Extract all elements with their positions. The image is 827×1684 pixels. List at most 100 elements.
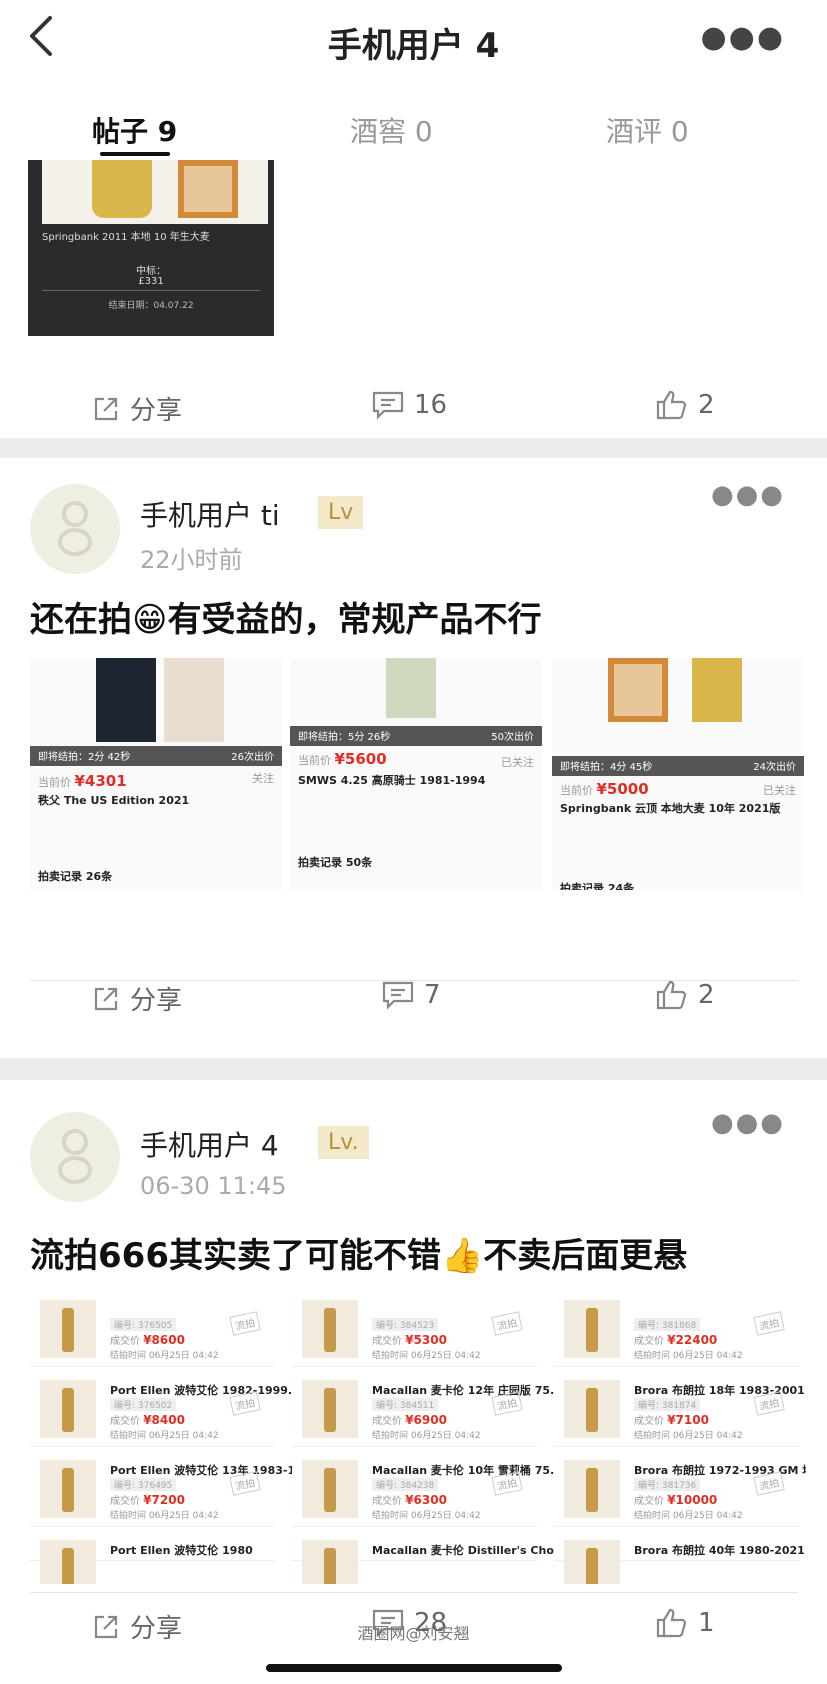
grid-price: 成交价 ¥7100 — [634, 1413, 709, 1427]
tab-posts[interactable]: 帖子 9 — [92, 110, 177, 150]
comment-button[interactable]: 7 — [382, 980, 441, 1010]
like-button[interactable]: 2 — [656, 980, 715, 1010]
follow-button[interactable]: 关注 — [252, 770, 274, 786]
follow-button[interactable]: 已关注 — [763, 782, 796, 798]
auction-countdown: 即将结拍：4分 45秒 24次出价 — [552, 756, 804, 776]
post-time: 22小时前 — [140, 546, 243, 574]
tab-bar: 帖子 9 酒窖 0 酒评 0 — [0, 80, 827, 160]
tab-underline — [100, 152, 170, 156]
auction-grid-item: Brora 布朗拉 1972-1993 GM 地...编号: 381736成交价… — [554, 1454, 806, 1527]
grid-price: 成交价 ¥7200 — [110, 1493, 185, 1507]
auction-product-name: SMWS 4.25 高原骑士 1981-1994 — [298, 774, 486, 787]
avatar[interactable] — [30, 484, 120, 574]
unsold-stamp: 流拍 — [229, 1311, 261, 1336]
more-icon: ●●● — [710, 480, 785, 510]
grid-product-name: Port Ellen 波特艾伦 13年 1983-1... — [110, 1464, 308, 1477]
grid-end-time: 结拍时间 06月25日 04:42 — [634, 1351, 743, 1361]
avatar[interactable] — [30, 1112, 120, 1202]
unsold-stamp: 流拍 — [753, 1391, 785, 1416]
post-image[interactable]: 编号: 376505 成交价 ¥8600 结拍时间 06月25日 04:42 流拍 编号… — [30, 1294, 806, 1584]
tab-reviews[interactable]: 酒评 0 — [606, 110, 689, 150]
grid-product-name: Brora 布朗拉 40年 1980-2021 P — [634, 1544, 806, 1557]
auction-grid-item: 编号: 384523 成交价 ¥5300 结拍时间 06月25日 04:42 流拍 — [292, 1294, 537, 1367]
auction-record: 拍卖记录 26条 — [38, 870, 113, 883]
like-button[interactable]: 2 — [656, 390, 715, 420]
post-image[interactable]: 即将结拍：4分 45秒 24次出价 当前价 ¥5000 已关注 Springban… — [552, 658, 804, 890]
comment-icon — [372, 391, 404, 419]
grid-price: 成交价 ¥10000 — [634, 1493, 718, 1507]
bottle-thumbnail — [302, 1460, 358, 1518]
auction-grid-item: Port Ellen 波特艾伦 1980 — [30, 1534, 275, 1584]
top-bar: 手机用户 4 ●●● — [0, 0, 827, 80]
unsold-stamp: 流拍 — [229, 1471, 261, 1496]
share-button[interactable]: 分享 — [92, 980, 182, 1017]
share-label: 分享 — [130, 986, 183, 1016]
share-button[interactable]: 分享 — [92, 390, 182, 427]
image-product-name: Springbank 2011 本地 10 年生大麦 — [42, 232, 210, 243]
grid-product-name: Port Ellen 波特艾伦 1980 — [110, 1544, 253, 1557]
image-end-date: 结束日期：04.07.22 — [108, 301, 194, 311]
auction-price: ¥5000 — [596, 780, 649, 798]
grid-lot-number: 编号: 381868 — [634, 1318, 701, 1331]
auction-grid-item: 编号: 376505 成交价 ¥8600 结拍时间 06月25日 04:42 流拍 — [30, 1294, 275, 1367]
share-label: 分享 — [130, 396, 183, 426]
grid-end-time: 结拍时间 06月25日 04:42 — [110, 1511, 219, 1521]
home-indicator[interactable] — [266, 1664, 562, 1672]
tab-cellar[interactable]: 酒窖 0 — [350, 110, 433, 150]
post-image[interactable]: Springbank 2011 本地 10 年生大麦 中标： £331 结束日期… — [28, 160, 274, 336]
auction-price: ¥5600 — [334, 750, 387, 768]
grid-product-name: Macallan 麦卡伦 10年 雪莉桶 75... — [372, 1464, 563, 1477]
grid-price: 成交价 ¥8600 — [110, 1333, 185, 1347]
username[interactable]: 手机用户 ti — [140, 494, 280, 534]
grid-price: 成交价 ¥6300 — [372, 1493, 447, 1507]
grid-lot-number: 编号: 384511 — [372, 1398, 439, 1411]
post-card: 手机用户 ti Lv 22小时前 ●●● 还在拍😁有受益的，常规产品不行 即将结… — [0, 458, 827, 988]
comment-button[interactable]: 16 — [372, 390, 447, 420]
grid-end-time: 结拍时间 06月25日 04:42 — [634, 1511, 743, 1521]
grid-end-time: 结拍时间 06月25日 04:42 — [110, 1431, 219, 1441]
auction-grid-item: Macallan 麦卡伦 10年 雪莉桶 75... 编号: 384238 成交价 … — [292, 1454, 563, 1527]
bottle-thumbnail — [40, 1380, 96, 1438]
grid-end-time: 结拍时间 06月25日 04:42 — [372, 1511, 481, 1521]
auction-record: 拍卖记录 50条 — [298, 856, 373, 869]
grid-lot-number: 编号: 384238 — [372, 1478, 439, 1491]
grid-lot-number: 编号: 381874 — [634, 1398, 701, 1411]
bottle-thumbnail — [564, 1540, 620, 1584]
post-image[interactable]: 即将结拍：2分 42秒 26次出价 当前价 ¥4301 关注 秩父 The US … — [30, 658, 282, 890]
follow-button[interactable]: 已关注 — [501, 754, 534, 770]
auction-grid-item: Brora 布朗拉 40年 1980-2021 P — [554, 1534, 806, 1584]
unsold-stamp: 流拍 — [753, 1471, 785, 1496]
grid-lot-number: 编号: 376505 — [110, 1318, 177, 1331]
price-label: 当前价 — [298, 754, 331, 767]
auction-grid-item: Port Ellen 波特艾伦 13年 1983-1... 编号: 376495 成… — [30, 1454, 308, 1527]
grid-product-name: Macallan 麦卡伦 Distiller's Choice — [372, 1544, 572, 1557]
price-label: 当前价 — [38, 776, 71, 789]
auction-product-name: 秩父 The US Edition 2021 — [38, 794, 190, 807]
auction-grid-item: 编号: 381868 成交价 ¥22400 结拍时间 06月25日 04:42 流拍 — [554, 1294, 799, 1367]
grid-lot-number: 编号: 381736 — [634, 1478, 701, 1491]
grid-price: 成交价 ¥6900 — [372, 1413, 447, 1427]
more-icon: ●●● — [710, 1108, 785, 1138]
grid-end-time: 结拍时间 06月25日 04:42 — [634, 1431, 743, 1441]
bottle-thumbnail — [40, 1300, 96, 1358]
auction-grid-item: Macallan 麦卡伦 Distiller's Choice — [292, 1534, 572, 1584]
unsold-stamp: 流拍 — [491, 1311, 523, 1336]
auction-record: 拍卖记录 24条 — [560, 882, 635, 890]
more-button[interactable]: ●●● — [700, 20, 785, 55]
grid-end-time: 结拍时间 06月25日 04:42 — [110, 1351, 219, 1361]
bottle-thumbnail — [564, 1460, 620, 1518]
bottle-photo — [42, 160, 268, 224]
auction-grid-item: Macallan 麦卡伦 12年 庄园版 75... 编号: 384511 成交价 … — [292, 1374, 563, 1447]
bottle-thumbnail — [302, 1300, 358, 1358]
username[interactable]: 手机用户 4 — [140, 1124, 279, 1164]
post-more-button[interactable]: ●●● — [711, 1108, 785, 1138]
post-text: 还在拍😁有受益的，常规产品不行 — [30, 600, 542, 640]
post-image[interactable]: 即将结拍：5分 26秒 50次出价 当前价 ¥5600 已关注 SMWS 4.25… — [290, 658, 542, 890]
auction-grid-item: Port Ellen 波特艾伦 1982-1999... 编号: 376502 成交… — [30, 1374, 300, 1447]
comment-count: 7 — [424, 980, 441, 1010]
image-bid-label: 中标： — [136, 266, 166, 277]
thumbs-up-icon — [656, 390, 687, 420]
post-actions: 分享 7 2 — [0, 980, 827, 1058]
unsold-stamp: 流拍 — [491, 1391, 523, 1416]
post-more-button[interactable]: ●●● — [711, 480, 785, 510]
